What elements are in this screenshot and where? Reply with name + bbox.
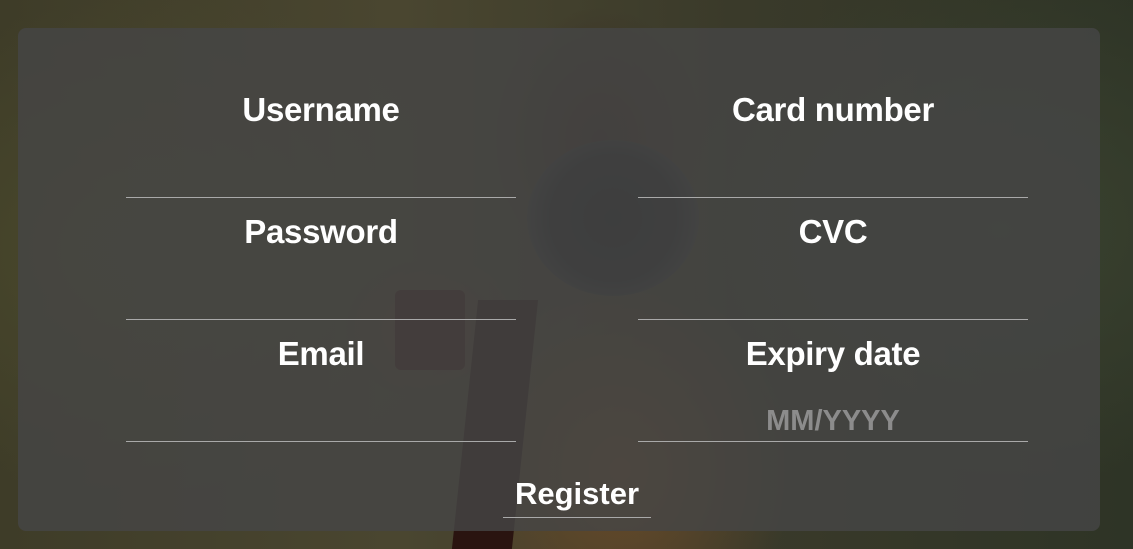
register-button[interactable]: Register [503,470,651,518]
cvc-input[interactable] [638,281,1028,317]
registration-form: Username Password Email Card number CVC … [18,28,1100,531]
password-field-group: Password [126,203,516,320]
password-label: Password [244,213,398,250]
username-label: Username [242,91,400,128]
email-label: Email [277,335,365,372]
card-number-label: Card number [731,91,935,128]
password-input[interactable] [126,281,516,317]
expiry-date-input[interactable] [638,403,1028,439]
card-number-input[interactable] [638,159,1028,195]
username-field-group: Username [126,81,516,198]
expiry-date-label: Expiry date [745,335,921,372]
expiry-date-field-group: Expiry date [638,325,1028,442]
cvc-label: CVC [798,213,868,250]
card-number-field-group: Card number [638,81,1028,198]
email-field-group: Email [126,325,516,442]
cvc-field-group: CVC [638,203,1028,320]
username-input[interactable] [126,159,516,195]
email-input[interactable] [126,403,516,439]
